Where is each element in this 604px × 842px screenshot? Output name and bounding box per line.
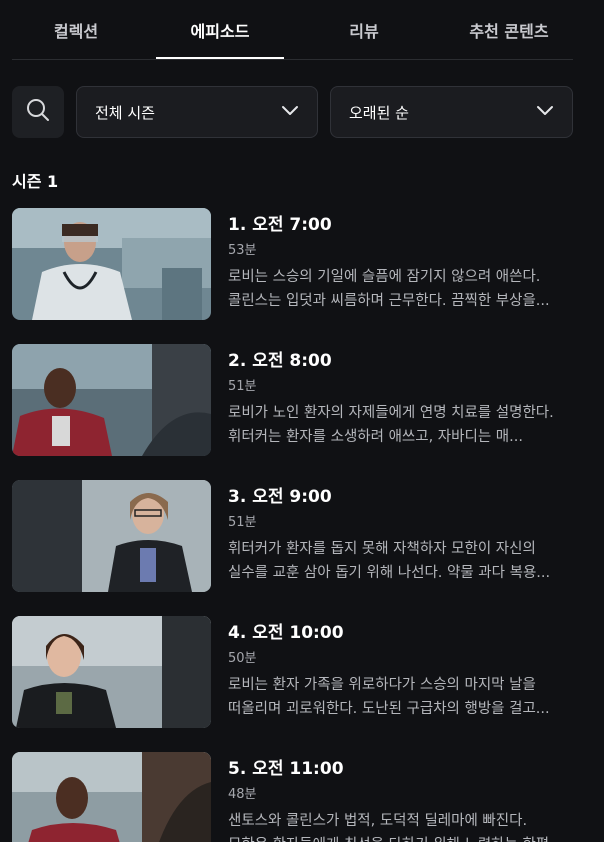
episode-duration: 51분	[228, 379, 257, 394]
episode-duration: 51분	[228, 515, 257, 530]
tab-reviews[interactable]: 리뷰	[300, 0, 428, 59]
search-icon	[25, 97, 51, 127]
episode-thumbnail	[12, 752, 211, 842]
episode-item[interactable]: 1. 오전 7:00 53분 로비는 스승의 기일에 슬픔에 잠기지 않으려 애…	[12, 208, 573, 320]
episode-duration: 50분	[228, 651, 257, 666]
episode-duration: 53분	[228, 243, 257, 258]
episode-item[interactable]: 2. 오전 8:00 51분 로비가 노인 환자의 자제들에게 연명 치료를 설…	[12, 344, 573, 456]
episode-item[interactable]: 5. 오전 11:00 48분 샌토스와 콜린스가 법적, 도덕적 딜레마에 빠…	[12, 752, 573, 842]
episode-title: 5. 오전 11:00	[228, 759, 344, 779]
episode-item[interactable]: 4. 오전 10:00 50분 로비는 환자 가족을 위로하다가 스승의 마지막…	[12, 616, 573, 728]
sort-select[interactable]: 오래된 순	[330, 86, 573, 138]
season-select-value: 전체 시즌	[95, 103, 155, 122]
search-button[interactable]	[12, 86, 64, 138]
episode-thumbnail	[12, 344, 211, 456]
tab-bar: 컬렉션 에피소드 리뷰 추천 콘텐츠	[12, 0, 573, 60]
active-tab-indicator	[156, 57, 284, 59]
episode-title: 4. 오전 10:00	[228, 623, 344, 643]
episode-description: 로비가 노인 환자의 자제들에게 연명 치료를 설명한다. 휘터커는 환자를 소…	[228, 405, 554, 445]
episode-thumbnail	[12, 616, 211, 728]
episode-description: 샌토스와 콜린스가 법적, 도덕적 딜레마에 빠진다. 모한은 환자들에게 최선…	[228, 813, 563, 842]
tab-recommended[interactable]: 추천 콘텐츠	[445, 0, 573, 59]
tab-collection[interactable]: 컬렉션	[12, 0, 140, 59]
episode-description: 휘터커가 환자를 돕지 못해 자책하자 모한이 자신의 실수를 교훈 삼아 돕기…	[228, 541, 551, 581]
episode-description: 로비는 스승의 기일에 슬픔에 잠기지 않으려 애쓴다. 콜린스는 입덧과 씨름…	[228, 269, 550, 309]
episode-thumbnail	[12, 208, 211, 320]
sort-select-value: 오래된 순	[349, 103, 409, 122]
episode-description: 로비는 환자 가족을 위로하다가 스승의 마지막 날을 떠올리며 괴로워한다. …	[228, 677, 550, 717]
tab-episodes[interactable]: 에피소드	[156, 0, 284, 59]
episode-item[interactable]: 3. 오전 9:00 51분 휘터커가 환자를 돕지 못해 자책하자 모한이 자…	[12, 480, 573, 592]
episode-title: 3. 오전 9:00	[228, 487, 332, 507]
episode-title: 2. 오전 8:00	[228, 351, 332, 371]
season-select[interactable]: 전체 시즌	[76, 86, 318, 138]
episode-thumbnail	[12, 480, 211, 592]
chevron-down-icon	[281, 101, 299, 123]
episode-duration: 48분	[228, 787, 257, 802]
episode-title: 1. 오전 7:00	[228, 215, 332, 235]
season-heading: 시즌 1	[12, 172, 59, 191]
chevron-down-icon	[536, 101, 554, 123]
